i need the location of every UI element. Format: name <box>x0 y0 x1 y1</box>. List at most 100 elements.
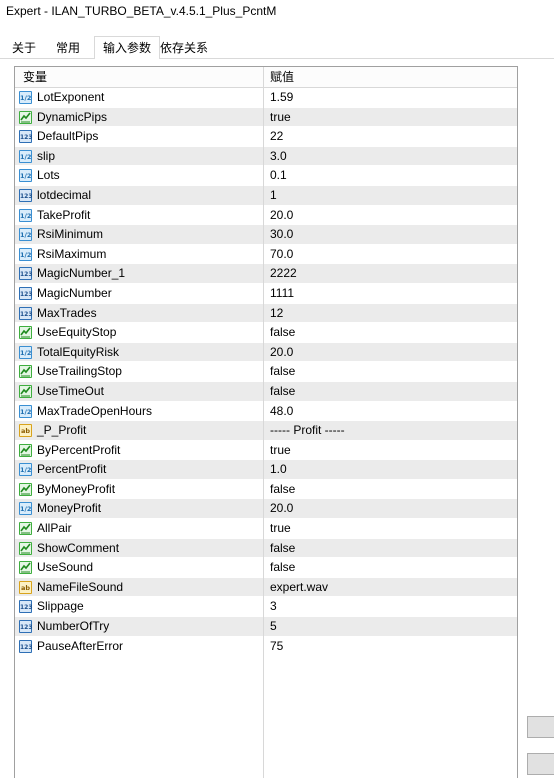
string-type-icon: ab <box>19 580 32 594</box>
bool-type-icon <box>19 522 32 536</box>
parameter-name: UseSound <box>37 560 94 575</box>
parameter-value[interactable]: 75 <box>270 637 283 656</box>
parameter-name-cell: 123 NumberOfTry <box>15 617 264 637</box>
parameter-name-cell: DynamicPips <box>15 107 264 127</box>
parameter-row[interactable]: 123 DefaultPips 22 <box>15 127 517 147</box>
parameter-row[interactable]: UseSound false <box>15 558 517 578</box>
parameter-value[interactable]: true <box>270 108 291 127</box>
parameter-row[interactable]: 1/2 RsiMaximum 70.0 <box>15 244 517 265</box>
int-type-icon: 123 <box>19 267 33 281</box>
tab-dependencies[interactable]: 依存关系 <box>152 38 216 58</box>
parameter-row[interactable]: 123 PauseAfterError 75 <box>15 636 517 657</box>
parameter-row[interactable]: UseEquityStop false <box>15 323 517 343</box>
parameter-row[interactable]: DynamicPips true <box>15 107 517 128</box>
parameter-row[interactable]: 1/2 TakeProfit 20.0 <box>15 205 517 226</box>
int-type-icon: 123 <box>19 600 33 614</box>
parameter-value[interactable]: 1.0 <box>270 460 287 479</box>
parameter-value[interactable]: false <box>270 539 295 558</box>
int-type-icon: 123 <box>19 620 33 634</box>
column-divider <box>263 88 264 778</box>
parameter-name-cell: UseSound <box>15 558 264 578</box>
parameter-row[interactable]: 1/2 PercentProfit 1.0 <box>15 460 517 480</box>
parameter-name: MagicNumber_1 <box>37 266 126 281</box>
parameter-row[interactable]: 1/2 MaxTradeOpenHours 48.0 <box>15 401 517 422</box>
parameter-value[interactable]: false <box>270 480 295 499</box>
parameter-name: RsiMaximum <box>37 246 107 261</box>
header-variable[interactable]: 变量 <box>23 67 47 87</box>
parameter-name: ByPercentProfit <box>37 442 121 457</box>
parameter-name-cell: 123 Slippage <box>15 597 264 617</box>
parameter-value[interactable]: 5 <box>270 617 277 636</box>
bool-type-icon <box>19 365 32 379</box>
parameter-value[interactable]: 22 <box>270 127 283 146</box>
parameter-value[interactable]: true <box>270 519 291 538</box>
parameter-row[interactable]: ab _P_Profit ----- Profit ----- <box>15 421 517 441</box>
double-type-icon: 1/2 <box>19 91 32 104</box>
parameter-value[interactable]: 2222 <box>270 264 297 283</box>
parameter-value[interactable]: expert.wav <box>270 578 328 597</box>
double-type-icon: 1/2 <box>19 169 32 183</box>
parameter-value[interactable]: 20.0 <box>270 499 293 518</box>
double-type-icon: 1/2 <box>19 208 32 222</box>
parameter-row[interactable]: UseTimeOut false <box>15 381 517 402</box>
parameter-row[interactable]: 123 MagicNumber 1111 <box>15 283 517 304</box>
parameter-value[interactable]: 20.0 <box>270 343 293 362</box>
header-divider[interactable] <box>263 67 264 87</box>
parameter-name: Lots <box>37 168 60 183</box>
parameter-row[interactable]: 1/2 LotExponent 1.59 <box>15 88 517 108</box>
parameter-value[interactable]: 3 <box>270 597 277 616</box>
parameter-value[interactable]: 1111 <box>270 284 294 303</box>
parameter-row[interactable]: ab NameFileSound expert.wav <box>15 577 517 598</box>
parameter-row[interactable]: 123 MagicNumber_1 2222 <box>15 264 517 284</box>
parameter-row[interactable]: 1/2 Lots 0.1 <box>15 166 517 186</box>
side-button-lower[interactable] <box>527 753 554 775</box>
parameter-row[interactable]: 123 Slippage 3 <box>15 597 517 618</box>
parameter-name-cell: 1/2 MoneyProfit <box>15 499 264 519</box>
parameter-row[interactable]: 1/2 RsiMinimum 30.0 <box>15 225 517 245</box>
parameter-name-cell: ab _P_Profit <box>15 421 264 441</box>
parameter-name-cell: ab NameFileSound <box>15 577 264 597</box>
parameter-row[interactable]: ByPercentProfit true <box>15 440 517 461</box>
tab-common[interactable]: 常用 <box>48 38 88 58</box>
parameter-value[interactable]: 70.0 <box>270 245 293 264</box>
parameter-value[interactable]: false <box>270 362 295 381</box>
parameter-value[interactable]: 12 <box>270 304 283 323</box>
parameter-name: slip <box>37 148 56 163</box>
parameter-name-cell: 123 MaxTrades <box>15 303 264 323</box>
parameter-value[interactable]: ----- Profit ----- <box>270 421 345 440</box>
int-type-icon: 123 <box>19 188 33 202</box>
parameter-value[interactable]: 30.0 <box>270 225 293 244</box>
parameter-row[interactable]: 1/2 slip 3.0 <box>15 146 517 167</box>
parameter-name: UseTimeOut <box>37 383 104 398</box>
parameter-value[interactable]: 1 <box>270 186 277 205</box>
parameter-value[interactable]: 20.0 <box>270 206 293 225</box>
parameter-value[interactable]: false <box>270 558 295 577</box>
parameter-value[interactable]: 48.0 <box>270 402 293 421</box>
parameter-row[interactable]: UseTrailingStop false <box>15 362 517 382</box>
parameter-value[interactable]: 3.0 <box>270 147 287 166</box>
parameter-value[interactable]: 1.59 <box>270 88 293 107</box>
parameter-row[interactable]: 1/2 TotalEquityRisk 20.0 <box>15 342 517 363</box>
parameter-value[interactable]: false <box>270 323 295 342</box>
parameter-value[interactable]: true <box>270 441 291 460</box>
parameter-name-cell: ByMoneyProfit <box>15 479 264 499</box>
double-type-icon: 1/2 <box>19 228 32 242</box>
window-title: Expert - ILAN_TURBO_BETA_v.4.5.1_Plus_Pc… <box>6 4 277 18</box>
parameter-name: DefaultPips <box>37 129 99 144</box>
parameter-row[interactable]: 123 MaxTrades 12 <box>15 303 517 324</box>
parameter-name-cell: 1/2 MaxTradeOpenHours <box>15 401 264 421</box>
parameter-row[interactable]: ShowComment false <box>15 538 517 559</box>
parameter-value[interactable]: false <box>270 382 295 401</box>
parameter-row[interactable]: 1/2 MoneyProfit 20.0 <box>15 499 517 520</box>
parameter-row[interactable]: 123 NumberOfTry 5 <box>15 617 517 637</box>
tab-about[interactable]: 关于 <box>4 38 44 58</box>
side-button-upper[interactable] <box>527 716 554 738</box>
header-value[interactable]: 赋值 <box>270 67 294 87</box>
parameter-row[interactable]: AllPair true <box>15 519 517 539</box>
tab-input-parameters[interactable]: 输入参数 <box>94 36 161 60</box>
parameter-value[interactable]: 0.1 <box>270 166 287 185</box>
parameter-row[interactable]: 123 lotdecimal 1 <box>15 185 517 206</box>
parameter-name: MaxTradeOpenHours <box>37 403 152 418</box>
parameter-row[interactable]: ByMoneyProfit false <box>15 479 517 500</box>
parameter-name: LotExponent <box>37 90 105 104</box>
